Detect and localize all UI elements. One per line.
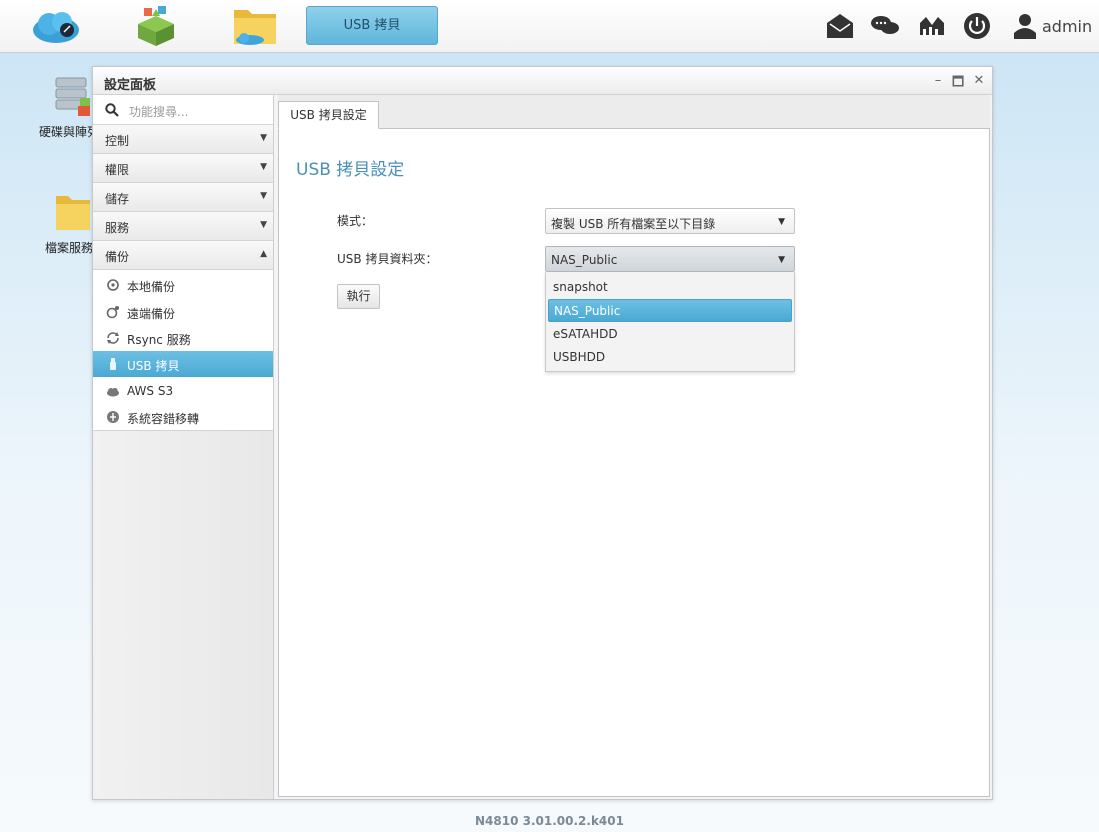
sidebar-group-label: 服務	[105, 221, 130, 235]
close-button[interactable]: ✕	[972, 73, 986, 88]
sidebar-group-storage[interactable]: 儲存 ▼	[93, 183, 273, 212]
folder-option-esatahdd[interactable]: eSATAHDD	[548, 323, 792, 346]
sidebar-group-label: 權限	[105, 163, 130, 177]
search-icon	[105, 103, 119, 117]
chevron-up-icon: ▲	[260, 249, 267, 259]
chevron-down-icon: ▼	[778, 255, 785, 265]
chat-icon[interactable]	[870, 11, 900, 41]
sidebar-group-label: 儲存	[105, 192, 130, 206]
failover-icon	[107, 411, 119, 423]
execute-button[interactable]: 執行	[337, 284, 380, 309]
folder-option-label: snapshot	[553, 280, 608, 294]
mode-select-value: 複製 USB 所有檔案至以下目錄	[551, 217, 716, 231]
sidebar-item-aws-s3[interactable]: AWS S3	[93, 378, 273, 404]
app-store-icon[interactable]	[130, 4, 182, 48]
sidebar-item-label: Rsync 服務	[127, 333, 191, 347]
user-icon[interactable]	[1010, 11, 1040, 41]
tab-usb-copy-settings[interactable]: USB 拷貝設定	[278, 101, 379, 129]
mode-select[interactable]: 複製 USB 所有檔案至以下目錄 ▼	[545, 208, 795, 234]
folder-option-usbhdd[interactable]: USBHDD	[548, 346, 792, 369]
sidebar-item-local-backup[interactable]: 本地備份	[93, 272, 273, 298]
taskbar: USB 拷貝 admin	[0, 0, 1099, 53]
sync-icon	[107, 332, 119, 344]
chevron-down-icon: ▼	[260, 220, 267, 230]
tab-strip	[278, 95, 990, 129]
disk-array-icon	[55, 77, 90, 116]
sidebar-group-service[interactable]: 服務 ▼	[93, 212, 273, 241]
folder-select-value: NAS_Public	[551, 253, 618, 267]
sidebar-group-privilege[interactable]: 權限 ▼	[93, 154, 273, 183]
sidebar: 功能搜尋... 控制 ▼ 權限 ▼ 儲存 ▼ 服務 ▼ 備份 ▲ 本地備份 遠端…	[93, 95, 274, 799]
folder-option-label: NAS_Public	[554, 304, 621, 318]
page-title: USB 拷貝設定	[296, 160, 405, 180]
folder-option-label: USBHDD	[553, 350, 606, 364]
power-icon[interactable]	[962, 11, 992, 41]
settings-window: 設定面板 – 🗖 ✕ 功能搜尋... 控制 ▼ 權限 ▼ 儲存 ▼ 服務 ▼ 備…	[92, 66, 993, 800]
sidebar-group-label: 備份	[105, 250, 130, 264]
sidebar-group-backup[interactable]: 備份 ▲	[93, 241, 273, 270]
sidebar-group-label: 控制	[105, 134, 130, 148]
remote-backup-icon	[106, 306, 119, 319]
content-panel: USB 拷貝設定 模式： 複製 USB 所有檔案至以下目錄 ▼ USB 拷貝資料…	[278, 128, 990, 797]
sidebar-item-failover[interactable]: 系統容錯移轉	[93, 404, 273, 430]
sidebar-item-label: 本地備份	[127, 280, 176, 294]
file-manager-icon[interactable]	[230, 4, 282, 48]
file-service-icon	[56, 196, 90, 230]
monitor-icon[interactable]	[917, 11, 947, 41]
local-backup-icon	[107, 279, 119, 291]
window-title: 設定面板	[104, 78, 157, 93]
search-box[interactable]: 功能搜尋...	[93, 95, 273, 125]
sidebar-item-label: 系統容錯移轉	[127, 412, 200, 426]
chevron-down-icon: ▼	[260, 191, 267, 201]
chevron-down-icon: ▼	[260, 133, 267, 143]
sidebar-item-rsync[interactable]: Rsync 服務	[93, 325, 273, 351]
sidebar-item-label: 遠端備份	[127, 307, 176, 321]
folder-option-label: eSATAHDD	[553, 327, 618, 341]
cloud-icon	[107, 387, 119, 397]
taskbar-tab-usb-copy[interactable]: USB 拷貝	[306, 6, 438, 45]
folder-option-snapshot[interactable]: snapshot	[548, 276, 792, 299]
cloud-icon[interactable]	[30, 4, 82, 48]
backup-submenu: 本地備份 遠端備份 Rsync 服務 USB 拷貝 AWS S3 系統容錯移轉	[93, 270, 273, 431]
folder-option-nas-public[interactable]: NAS_Public	[548, 299, 792, 322]
sidebar-item-label: USB 拷貝	[127, 359, 180, 373]
folder-dropdown-list: snapshot NAS_Public eSATAHDD USBHDD	[545, 272, 795, 372]
user-name[interactable]: admin	[1042, 17, 1092, 36]
sidebar-item-label: AWS S3	[127, 384, 174, 398]
maximize-button[interactable]: 🗖	[951, 73, 965, 95]
mode-label: 模式：	[337, 214, 374, 228]
search-input[interactable]: 功能搜尋...	[129, 103, 188, 120]
usb-icon	[110, 358, 116, 370]
minimize-button[interactable]: –	[931, 73, 945, 88]
window-titlebar[interactable]: 設定面板 – 🗖 ✕	[93, 67, 992, 95]
sidebar-group-control[interactable]: 控制 ▼	[93, 125, 273, 154]
sidebar-item-usb-copy[interactable]: USB 拷貝	[93, 351, 273, 377]
version-footer: N4810 3.01.00.2.k401	[475, 814, 624, 828]
sidebar-item-remote-backup[interactable]: 遠端備份	[93, 299, 273, 325]
chevron-down-icon: ▼	[260, 162, 267, 172]
folder-label: USB 拷貝資料夾：	[337, 252, 438, 266]
chevron-down-icon: ▼	[778, 217, 785, 227]
folder-select[interactable]: NAS_Public ▼	[545, 246, 795, 272]
mail-icon[interactable]	[825, 11, 855, 41]
